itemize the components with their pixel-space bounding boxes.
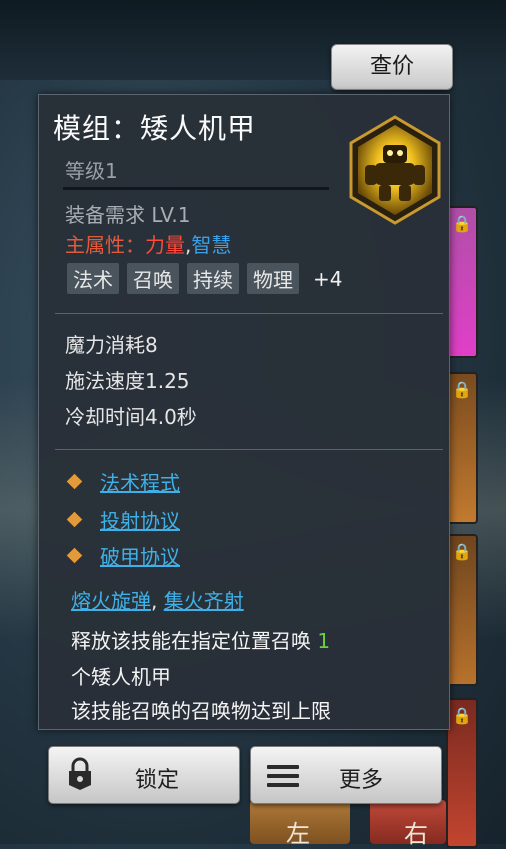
protocol-link-projectile[interactable]: 投射协议 [100,505,180,534]
description-line: 个矮人机甲 [71,665,171,689]
stat-cooldown: 冷却时间4.0秒 [65,405,197,429]
divider [55,449,443,450]
stat-mana-cost: 魔力消耗8 [65,333,158,357]
diamond-bullet-icon [66,511,83,528]
main-attribute-label: 主属性： [65,233,145,257]
tag-spell: 法术 [67,263,119,294]
inventory-slot[interactable]: 🔒 [446,534,478,686]
description-line: 该技能召唤的召唤物达到上限 [71,699,331,723]
lock-icon: 🔒 [452,542,472,561]
lock-icon [69,757,91,790]
background-card-right[interactable]: 右 [370,800,446,848]
equip-requirement: 装备需求 LV.1 [65,203,191,227]
more-button-label: 更多 [339,768,384,793]
lock-icon: 🔒 [452,214,472,233]
dwarf-mech-emblem-icon [349,115,441,225]
background-card-left[interactable]: 左 [250,800,350,848]
lock-icon: 🔒 [452,706,472,725]
description-line: 释放该技能在指定位置召唤 1 [71,625,330,654]
inventory-slot[interactable]: 🔒 [446,698,478,848]
item-level: 等级1 [65,159,118,183]
item-title: 模组：矮人机甲 [53,112,257,145]
lock-button-label: 锁定 [135,768,180,793]
more-button[interactable]: 更多 [250,746,442,804]
combo-link-molten-spin[interactable]: 熔火旋弹 [71,589,151,613]
attribute-strength: 力量 [145,233,185,257]
combo-skills: 熔火旋弹, 集火齐射 [71,585,244,614]
attribute-intellect: 智慧 [191,233,232,257]
price-check-button[interactable]: 查价 [331,44,453,90]
diamond-bullet-icon [66,547,83,564]
lock-icon: 🔒 [452,380,472,399]
protocol-row: 破甲协议 [66,541,180,570]
tag-summon: 召唤 [127,263,179,294]
menu-icon [267,765,299,787]
divider [55,313,443,314]
protocol-row: 投射协议 [66,505,180,534]
combo-separator: , [151,589,164,613]
stat-cast-speed: 施法速度1.25 [65,369,190,393]
skill-tags: 法术 召唤 持续 物理 +4 [67,263,342,294]
protocol-link-armor-break[interactable]: 破甲协议 [100,541,180,570]
tag-physical: 物理 [247,263,299,294]
description-number: 1 [317,629,331,653]
protocol-link-spell-program[interactable]: 法术程式 [100,467,180,496]
main-attribute: 主属性：力量,智慧 [65,229,231,258]
inventory-slot[interactable]: 🔒 [446,206,478,358]
lock-button[interactable]: 锁定 [48,746,240,804]
title-underline [63,187,329,190]
tag-sustain: 持续 [187,263,239,294]
combo-link-focus-fire[interactable]: 集火齐射 [164,589,244,613]
tags-more[interactable]: +4 [313,267,342,291]
diamond-bullet-icon [66,473,83,490]
protocol-row: 法术程式 [66,467,180,496]
item-tooltip: 模组：矮人机甲 等级1 装备需求 LV.1 主属性：力量,智慧 法术 召唤 持续… [38,94,450,730]
description-text: 释放该技能在指定位置召唤 [71,629,318,653]
inventory-slot[interactable]: 🔒 [446,372,478,524]
